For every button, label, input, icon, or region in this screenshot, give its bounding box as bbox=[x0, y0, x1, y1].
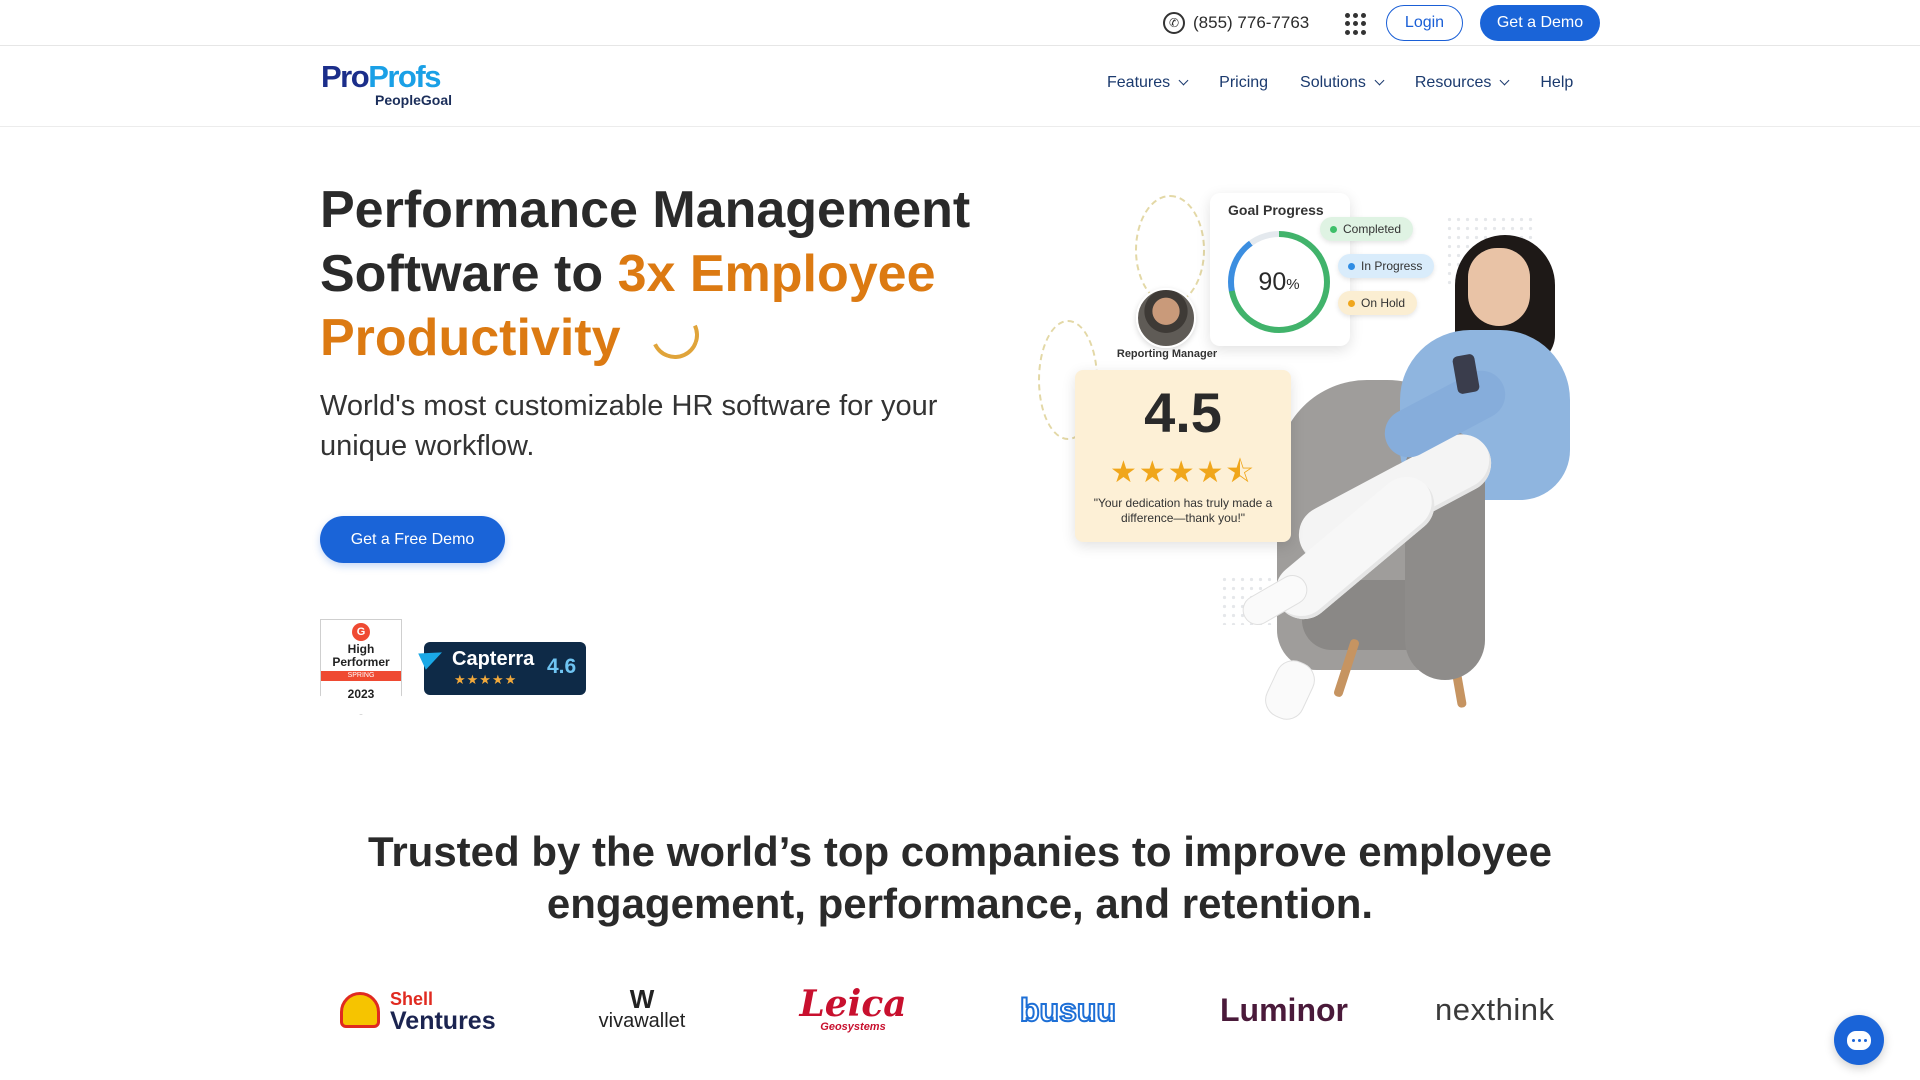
shell-ventures-logo: Shell Ventures bbox=[340, 980, 496, 1040]
chevron-down-icon bbox=[1374, 75, 1385, 86]
status-dot-icon bbox=[1348, 262, 1355, 270]
hero-subtitle: World's most customizable HR software fo… bbox=[320, 390, 938, 462]
capterra-name: Capterra bbox=[452, 648, 535, 670]
g2-season-ribbon: SPRING bbox=[321, 671, 401, 681]
goal-progress-ring: 90% bbox=[1228, 231, 1330, 333]
capterra-stars: ★★★★★ bbox=[454, 672, 518, 687]
logo-subbrand: PeopleGoal bbox=[375, 92, 453, 108]
busuu-text: busuu bbox=[1019, 991, 1117, 1029]
trusted-by-heading: Trusted by the world’s top companies to … bbox=[367, 828, 1553, 927]
customer-logos: Shell Ventures W vivawallet Leica Geosys… bbox=[320, 980, 1600, 1040]
rating-score: 4.5 bbox=[1144, 381, 1222, 444]
goal-percent-sign: % bbox=[1286, 276, 1300, 293]
proprofs-peoplegoal-logo[interactable]: ProProfs PeopleGoal bbox=[321, 59, 461, 114]
nav-help[interactable]: Help bbox=[1540, 74, 1573, 92]
shell-text-line2: Ventures bbox=[390, 1007, 496, 1035]
logo-wordmark: ProProfs bbox=[321, 59, 461, 94]
reporting-manager: Reporting Manager bbox=[1102, 288, 1222, 360]
chat-widget-button[interactable] bbox=[1834, 1015, 1884, 1065]
hero-title-line2: Software to bbox=[320, 245, 618, 303]
nav-features[interactable]: Features bbox=[1107, 74, 1189, 92]
g2-high-performer-badge: G High Performer SPRING 2023 bbox=[320, 619, 402, 715]
phone-number[interactable]: (855) 776-7763 bbox=[1193, 13, 1309, 33]
login-button[interactable]: Login bbox=[1386, 5, 1463, 41]
status-pill-on-hold: On Hold bbox=[1338, 291, 1418, 315]
nav-help-label: Help bbox=[1540, 74, 1574, 91]
shell-icon bbox=[340, 992, 380, 1028]
goal-progress-title: Goal Progress bbox=[1228, 202, 1324, 218]
leica-text: Leica bbox=[799, 983, 907, 1025]
phone-icon: ✆ bbox=[1163, 12, 1185, 34]
hero-title-accent-line3: Productivity bbox=[320, 309, 621, 367]
chat-bubble-icon bbox=[1847, 1030, 1871, 1050]
capterra-score: 4.6 bbox=[547, 655, 577, 678]
capterra-arrow-icon bbox=[418, 644, 446, 670]
luminor-logo: Luminor bbox=[1220, 980, 1348, 1040]
nexthink-text: nexthink bbox=[1435, 992, 1555, 1027]
loading-arc-icon bbox=[643, 304, 706, 366]
status-pill-in-progress: In Progress bbox=[1338, 254, 1435, 278]
leica-geosystems-logo: Leica Geosystems bbox=[799, 980, 906, 1040]
get-a-demo-button[interactable]: Get a Demo bbox=[1480, 5, 1600, 41]
nav-resources-label: Resources bbox=[1414, 74, 1492, 91]
goal-percent: 90 bbox=[1258, 267, 1287, 296]
hero-title-line1: Performance Management bbox=[320, 181, 971, 239]
top-utility-bar: ✆ (855) 776-7763 Login Get a Demo bbox=[0, 0, 1920, 46]
get-free-demo-button[interactable]: Get a Free Demo bbox=[320, 516, 505, 563]
primary-nav: Features Pricing Solutions Resources Hel… bbox=[1107, 74, 1573, 92]
g2-badge-text: High Performer bbox=[320, 643, 402, 669]
status-pill-label: In Progress bbox=[1361, 259, 1423, 273]
manager-avatar bbox=[1136, 288, 1196, 348]
phone-contact[interactable]: ✆ (855) 776-7763 bbox=[1163, 10, 1309, 36]
busuu-logo: busuu bbox=[1019, 980, 1117, 1040]
status-pill-completed: Completed bbox=[1320, 217, 1414, 241]
leica-sub-text: Geosystems bbox=[820, 1021, 886, 1033]
reporting-manager-label: Reporting Manager bbox=[1116, 348, 1218, 360]
rating-stars-icon: ★★★★⯪ bbox=[1110, 456, 1256, 489]
nexthink-logo: nexthink bbox=[1435, 980, 1554, 1040]
g2-logo-icon: G bbox=[352, 623, 370, 641]
chevron-down-icon bbox=[1178, 75, 1189, 86]
nav-solutions[interactable]: Solutions bbox=[1300, 74, 1385, 92]
hero-title-accent: 3x Employee bbox=[617, 245, 936, 303]
vivawallet-icon: W bbox=[629, 983, 655, 1014]
capterra-badge: Capterra ★★★★★ 4.6 bbox=[418, 642, 586, 695]
nav-pricing[interactable]: Pricing bbox=[1219, 74, 1268, 92]
logo-pro: Pro bbox=[321, 59, 370, 94]
hero-illustration: Goal Progress 90% Completed In Progress … bbox=[1038, 190, 1600, 726]
rating-quote: "Your dedication has truly made a differ… bbox=[1093, 496, 1273, 525]
nav-features-label: Features bbox=[1107, 74, 1171, 91]
g2-year: 2023 bbox=[347, 687, 375, 701]
chevron-down-icon bbox=[1499, 75, 1510, 86]
status-dot-icon bbox=[1330, 225, 1337, 233]
nav-pricing-label: Pricing bbox=[1219, 74, 1269, 91]
apps-grid-icon[interactable] bbox=[1345, 13, 1367, 35]
logo-profs: Profs bbox=[368, 59, 441, 94]
woman-face bbox=[1468, 248, 1530, 326]
status-pill-label: Completed bbox=[1343, 222, 1402, 236]
goal-progress-value: 90% bbox=[1234, 237, 1324, 327]
vivawallet-logo: W vivawallet bbox=[592, 980, 692, 1040]
nav-solutions-label: Solutions bbox=[1300, 74, 1366, 91]
goal-progress-card: Goal Progress 90% bbox=[1210, 193, 1350, 346]
shell-ventures-text: Shell Ventures bbox=[390, 988, 496, 1035]
g2-line2: Performer bbox=[332, 655, 390, 669]
g2-line1: High bbox=[347, 642, 375, 656]
nav-resources[interactable]: Resources bbox=[1414, 74, 1510, 92]
hero-title: Performance Management Software to 3x Em… bbox=[320, 178, 1000, 370]
status-dot-icon bbox=[1348, 299, 1355, 307]
vivawallet-text: vivawallet bbox=[598, 1009, 686, 1032]
status-pill-label: On Hold bbox=[1361, 296, 1406, 310]
main-navbar: ProProfs PeopleGoal Features Pricing Sol… bbox=[0, 46, 1920, 127]
luminor-text: Luminor bbox=[1220, 991, 1348, 1028]
rating-card: 4.5 ★★★★⯪ "Your dedication has truly mad… bbox=[1075, 370, 1291, 542]
